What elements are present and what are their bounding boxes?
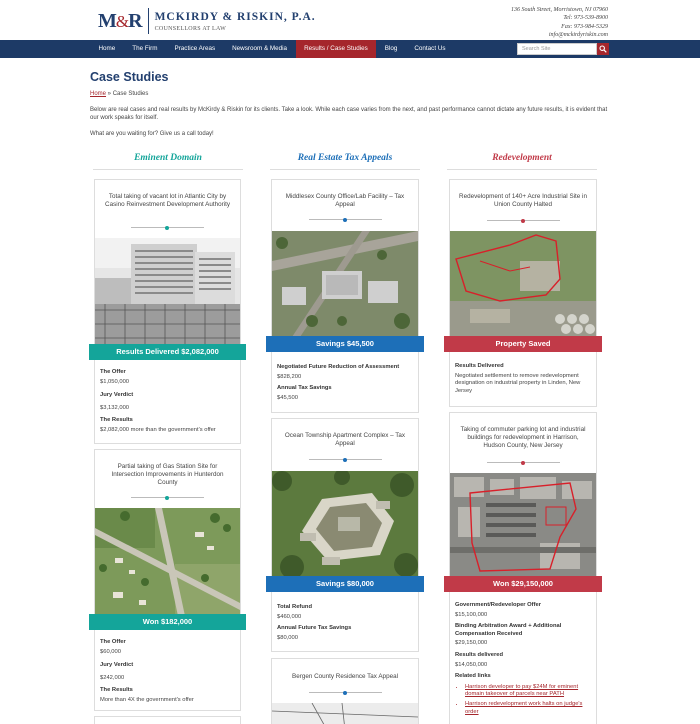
phone[interactable]: Tel: 973-539-8900: [511, 14, 608, 22]
main-nav: Home The Firm Practice Areas Newsroom & …: [0, 40, 700, 58]
case-photo: [95, 238, 240, 346]
case-photo: [450, 473, 596, 579]
nav-practice-areas[interactable]: Practice Areas: [166, 40, 224, 58]
column-heading-redevelopment: Redevelopment: [447, 153, 597, 170]
fax: Fax: 973-984-5329: [561, 23, 608, 30]
case-details: The Offer $60,000 Jury Verdict $242,000 …: [100, 639, 194, 703]
result-banner: Won $29,150,000: [444, 576, 602, 592]
case-title[interactable]: Taking of commuter parking lot and indus…: [450, 426, 596, 450]
nav-blog[interactable]: Blog: [376, 40, 406, 58]
contact-info: 136 South Street, Morristown, NJ 07960 T…: [511, 6, 608, 39]
case-details: Negotiated Future Reduction of Assessmen…: [277, 364, 400, 401]
search-icon: [599, 45, 607, 53]
divider-dot: [165, 495, 169, 500]
case-card[interactable]: [94, 716, 241, 724]
case-title[interactable]: Redevelopment of 140+ Acre Industrial Si…: [450, 193, 596, 209]
related-link[interactable]: Harrison developer to pay $24M for emine…: [465, 684, 595, 699]
nav-home[interactable]: Home: [90, 40, 124, 58]
breadcrumb: Home » Case Studies: [90, 91, 149, 97]
column-heading-tax-appeals: Real Estate Tax Appeals: [270, 153, 420, 170]
related-links: Harrison developer to pay $24M for emine…: [455, 684, 595, 716]
nav-the-firm[interactable]: The Firm: [124, 40, 166, 58]
nav-results[interactable]: Results / Case Studies: [295, 40, 377, 58]
related-link[interactable]: Harrison redevelopment work halts on jud…: [465, 701, 595, 716]
firm-logo[interactable]: M&R MCKIRDY & RISKIN, P.A. COUNSELLORS A…: [98, 8, 316, 34]
case-card[interactable]: Taking of commuter parking lot and indus…: [449, 412, 597, 724]
breadcrumb-current: Case Studies: [112, 91, 149, 97]
case-card[interactable]: Middlesex County Office/Lab Facility – T…: [271, 179, 419, 413]
page-title: Case Studies: [90, 70, 169, 84]
address: 136 South Street, Morristown, NJ 07960: [511, 7, 608, 13]
case-photo: [272, 231, 418, 337]
case-card[interactable]: Partial taking of Gas Station Site for I…: [94, 449, 241, 711]
case-title[interactable]: Ocean Township Apartment Complex – Tax A…: [272, 432, 418, 448]
case-photo: [272, 703, 418, 724]
result-banner: Savings $80,000: [266, 576, 424, 592]
result-banner: Property Saved: [444, 336, 602, 352]
case-photo: [450, 231, 596, 337]
case-title[interactable]: Partial taking of Gas Station Site for I…: [95, 463, 240, 487]
divider-dot: [521, 460, 525, 465]
case-details: Government/Redeveloper Offer $15,100,000…: [455, 602, 595, 718]
column-heading-eminent-domain: Eminent Domain: [93, 153, 243, 170]
case-title[interactable]: Bergen County Residence Tax Appeal: [272, 673, 418, 681]
email-link[interactable]: info@mckirdyriskin.com: [511, 31, 608, 39]
case-details: The Offer $1,050,000 Jury Verdict $3,132…: [100, 369, 216, 433]
divider-dot: [343, 217, 347, 222]
firm-tagline: COUNSELLORS AT LAW: [154, 25, 227, 32]
case-card[interactable]: Total taking of vacant lot in Atlantic C…: [94, 179, 241, 444]
result-banner: Won $182,000: [89, 614, 246, 630]
breadcrumb-home[interactable]: Home: [90, 91, 106, 97]
case-card[interactable]: Bergen County Residence Tax Appeal: [271, 658, 419, 724]
logo-monogram: M&R: [98, 8, 149, 34]
result-banner: Savings $45,500: [266, 336, 424, 352]
search-input[interactable]: Search Site: [517, 43, 597, 55]
firm-name: MCKIRDY & RISKIN, P.A.: [154, 10, 316, 23]
divider-dot: [521, 218, 525, 223]
site-header: M&R MCKIRDY & RISKIN, P.A. COUNSELLORS A…: [0, 0, 700, 40]
search-button[interactable]: [597, 43, 609, 55]
nav-newsroom[interactable]: Newsroom & Media: [224, 40, 296, 58]
case-title[interactable]: Total taking of vacant lot in Atlantic C…: [95, 193, 240, 209]
case-card[interactable]: Redevelopment of 140+ Acre Industrial Si…: [449, 179, 597, 407]
case-details: Results Delivered Negotiated settlement …: [455, 363, 581, 394]
case-photo: [272, 471, 418, 578]
case-card[interactable]: Ocean Township Apartment Complex – Tax A…: [271, 418, 419, 652]
cta-text: What are you waiting for? Give us a call…: [90, 131, 214, 137]
divider-dot: [165, 225, 169, 230]
divider-dot: [343, 457, 347, 462]
case-photo: [95, 508, 240, 616]
intro-text: Below are real cases and real results by…: [90, 107, 608, 122]
result-banner: Results Delivered $2,082,000: [89, 344, 246, 360]
divider-dot: [343, 690, 347, 695]
case-details: Total Refund $460,000 Annual Future Tax …: [277, 604, 352, 641]
nav-contact[interactable]: Contact Us: [406, 40, 454, 58]
case-title[interactable]: Middlesex County Office/Lab Facility – T…: [272, 193, 418, 209]
